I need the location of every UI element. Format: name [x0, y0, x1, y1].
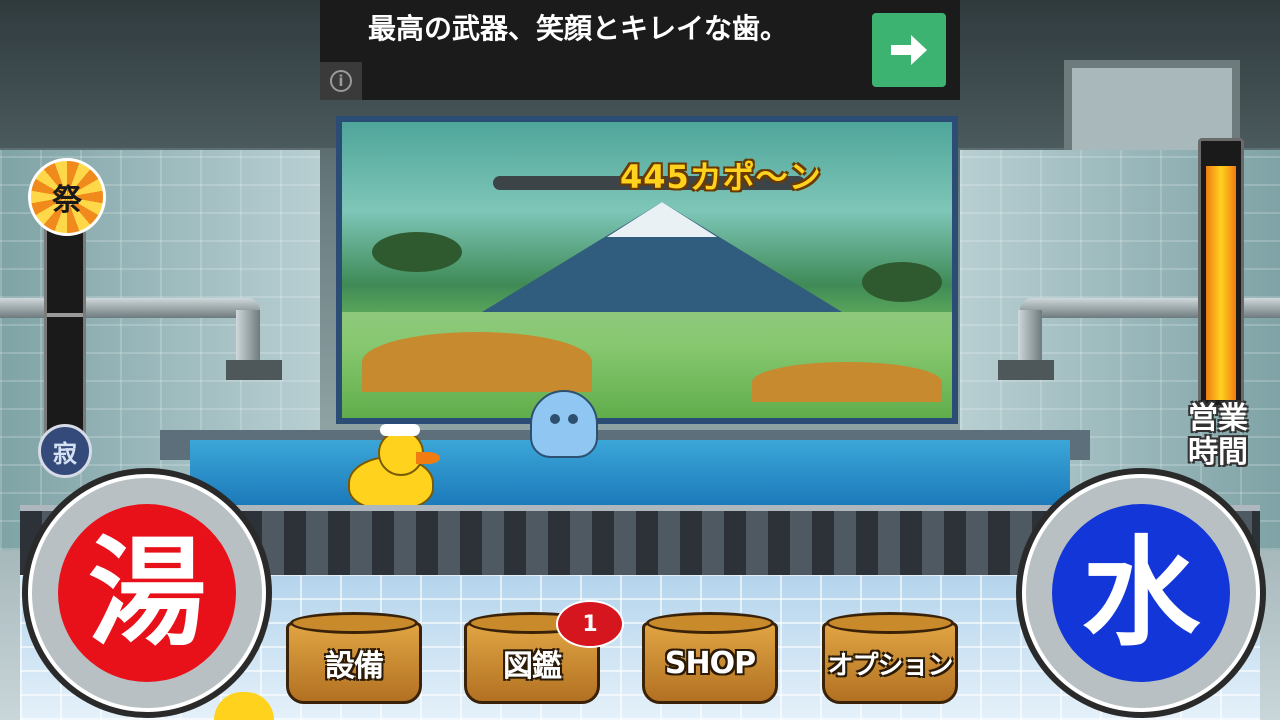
hot-water-valve[interactable]: 湯 [28, 474, 266, 712]
info-icon[interactable]: i [320, 62, 362, 100]
mural-island-left [362, 332, 592, 392]
bath-water [190, 440, 1070, 510]
mural-snowcap [607, 202, 717, 237]
options-button[interactable]: オプション [822, 612, 958, 708]
festival-label: 祭 [52, 183, 82, 218]
festival-badge: 祭 [28, 158, 106, 236]
business-hours-gauge [1198, 138, 1244, 408]
encyclopedia-label: 図鑑 [503, 649, 562, 684]
bathing-guest-character[interactable] [530, 390, 598, 458]
business-hours-label: 営業時間 [1188, 401, 1248, 470]
mural-island-right [752, 362, 942, 402]
ad-text[interactable]: 最高の武器、笑顔とキレイな歯。 [368, 8, 828, 50]
hot-valve-face: 湯 [58, 504, 236, 682]
guest-eye-right [568, 414, 578, 424]
ad-banner[interactable]: 最高の武器、笑顔とキレイな歯。 i [320, 0, 960, 100]
options-label: オプション [827, 650, 953, 681]
festival-gauge [44, 210, 86, 441]
hot-valve-label: 湯 [87, 523, 206, 662]
equipment-label: 設備 [325, 649, 384, 684]
bucket-body: オプション [822, 622, 958, 704]
cold-valve-label: 水 [1081, 523, 1200, 662]
info-circle-icon: i [330, 70, 352, 92]
business-hours-fill [1206, 166, 1236, 400]
quiet-badge: 寂 [38, 424, 92, 478]
bucket-body: 設備 [286, 622, 422, 704]
bucket-rim [646, 612, 774, 634]
left-faucet [226, 360, 282, 380]
cold-water-valve[interactable]: 水 [1022, 474, 1260, 712]
cold-valve-face: 水 [1052, 504, 1230, 682]
notification-count: 1 [582, 611, 598, 637]
festival-gauge-marker [47, 313, 83, 317]
ad-open-button[interactable] [872, 13, 946, 87]
shop-button[interactable]: SHOP [642, 612, 778, 708]
bucket-body: SHOP [642, 622, 778, 704]
duck-head-towel [380, 424, 420, 436]
bucket-rim [290, 612, 418, 634]
kapon-score: 445カポ〜ン [620, 158, 822, 196]
mural-pine-right [862, 262, 942, 302]
arrow-right-icon [891, 35, 927, 65]
right-faucet [998, 360, 1054, 380]
shop-label: SHOP [664, 645, 756, 681]
quiet-label: 寂 [53, 439, 77, 468]
bucket-rim [826, 612, 954, 634]
mural-pine-left [372, 232, 462, 272]
duck-beak [416, 452, 440, 464]
notification-badge: 1 [556, 600, 624, 648]
guest-eye-left [550, 414, 560, 424]
left-pipe [0, 298, 260, 318]
equipment-button[interactable]: 設備 [286, 612, 422, 708]
